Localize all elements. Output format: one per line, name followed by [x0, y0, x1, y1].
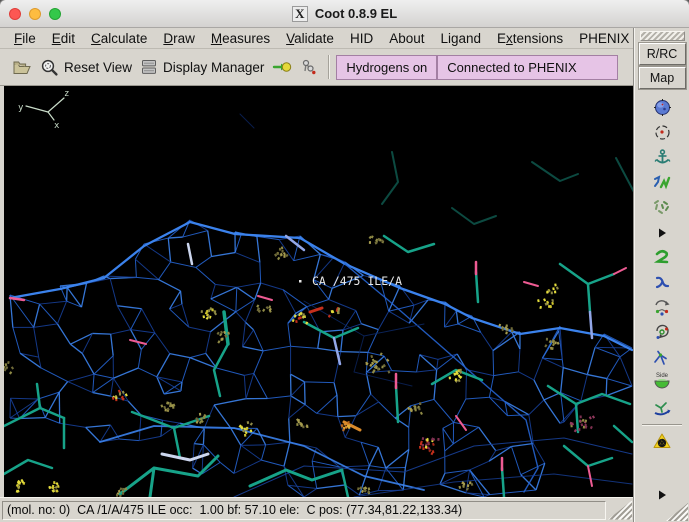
menu-about[interactable]: About	[381, 31, 432, 46]
open-coordinates-button[interactable]	[8, 56, 36, 78]
edit-chi-angles-icon	[656, 324, 669, 339]
menu-ligand[interactable]: Ligand	[432, 31, 489, 46]
x11-app-icon: X	[291, 5, 308, 22]
menu-validate[interactable]: Validate	[278, 31, 342, 46]
right-tool-panel: R/RC Map Side	[634, 28, 689, 522]
label-atom-button[interactable]	[296, 56, 321, 78]
rotate-translate-icon	[655, 299, 670, 316]
pepflip-icon	[654, 350, 667, 365]
phenix-connection-button[interactable]: Connected to PHENIX	[437, 54, 618, 80]
vertical-toolbar: Side	[635, 95, 689, 507]
molecular-scene[interactable]: z y x CA /475 ILE/A	[4, 86, 634, 497]
reset-view-magnifier-icon	[41, 59, 58, 76]
panel-separator	[642, 424, 682, 425]
auto-fit-rotamer-icon	[654, 401, 671, 415]
expand-triangle-bottom-icon	[659, 490, 666, 499]
menu-edit[interactable]: Edit	[44, 31, 83, 46]
radiation-mutate-icon	[653, 433, 671, 448]
open-folder-icon	[13, 61, 31, 74]
menu-phenix[interactable]: PHENIX	[571, 31, 637, 46]
menu-extensions[interactable]: Extensions	[489, 31, 571, 46]
minimize-button[interactable]	[29, 7, 41, 20]
rigid-body-fit-button[interactable]	[647, 270, 677, 295]
refine-fragment-icon	[654, 200, 669, 214]
menu-draw[interactable]: Draw	[155, 31, 203, 46]
display-manager-label: Display Manager	[163, 59, 265, 75]
display-manager-button[interactable]: Display Manager	[136, 56, 268, 78]
recentre-crosshair-icon	[654, 125, 670, 140]
rigid-body-lambda-icon	[655, 276, 669, 289]
edit-chi-angles-button[interactable]	[647, 320, 677, 345]
anchor-pin-button[interactable]	[647, 145, 677, 170]
toolbar-separator	[328, 55, 330, 79]
map-sphere-icon	[653, 99, 671, 116]
regularize-zone-button[interactable]	[647, 245, 677, 270]
rotate-translate-zone-button[interactable]	[647, 295, 677, 320]
status-message-area: (mol. no: 0) CA /1/A/475 ILE occ: 1.00 b…	[2, 500, 606, 520]
anchor-icon	[654, 149, 670, 164]
reset-view-label: Reset View	[64, 59, 133, 75]
close-button[interactable]	[9, 7, 21, 20]
side-chain-flip-button[interactable]: Side	[647, 370, 677, 395]
regularize-icon	[653, 249, 668, 264]
side-chain-flip-icon	[654, 379, 670, 389]
real-space-refine-button[interactable]	[647, 170, 677, 195]
go-to-atom-button[interactable]	[268, 57, 296, 77]
menu-measures[interactable]: Measures	[203, 31, 278, 46]
mutate-residue-button[interactable]	[647, 429, 677, 454]
menubar: File Edit Calculate Draw Measures Valida…	[0, 28, 634, 49]
toolbar-drag-handle[interactable]	[639, 31, 685, 41]
map-button[interactable]: Map	[638, 67, 686, 89]
go-to-atom-icon	[273, 62, 292, 72]
label-atom-molecule-icon	[303, 59, 316, 75]
status-text: (mol. no: 0) CA /1/A/475 ILE occ: 1.00 b…	[7, 503, 463, 517]
auto-fit-rotamer-button[interactable]	[647, 395, 677, 420]
refine-fragment-button[interactable]	[647, 195, 677, 220]
svg-text:z: z	[64, 89, 69, 99]
display-manager-stack-icon	[142, 60, 157, 74]
expand-triangle-icon	[659, 228, 666, 237]
map-sphere-button[interactable]	[647, 95, 677, 120]
graphics-viewport[interactable]: z y x CA /475 ILE/A	[0, 86, 634, 497]
rrc-button[interactable]: R/RC	[638, 43, 686, 65]
toolbar: Reset View Display Manager Hydrogens on …	[0, 49, 634, 86]
more-tools-bottom-button[interactable]	[647, 482, 677, 507]
menu-file[interactable]: File	[6, 31, 44, 46]
real-space-refine-icon	[654, 175, 671, 190]
traffic-lights	[9, 7, 61, 20]
menu-hid[interactable]: HID	[342, 31, 381, 46]
coot-window: X Coot 0.8.9 EL File Edit Calculate Draw…	[0, 0, 689, 522]
reset-view-button[interactable]: Reset View	[36, 56, 136, 79]
menu-calculate[interactable]: Calculate	[83, 31, 155, 46]
svg-text:CA /475 ILE/A: CA /475 ILE/A	[312, 274, 402, 288]
zoom-button[interactable]	[49, 7, 61, 20]
svg-text:y: y	[18, 103, 24, 113]
more-tools-button[interactable]	[647, 220, 677, 245]
recentre-view-button[interactable]	[647, 120, 677, 145]
titlebar: X Coot 0.8.9 EL	[0, 0, 689, 28]
hydrogens-toggle-button[interactable]: Hydrogens on	[336, 54, 438, 80]
svg-text:x: x	[54, 121, 60, 131]
window-title: Coot 0.8.9 EL	[314, 6, 398, 21]
pepflip-button[interactable]	[647, 345, 677, 370]
statusbar: (mol. no: 0) CA /1/A/475 ILE occ: 1.00 b…	[0, 497, 634, 522]
statusbar-resize-grip[interactable]	[608, 500, 632, 520]
